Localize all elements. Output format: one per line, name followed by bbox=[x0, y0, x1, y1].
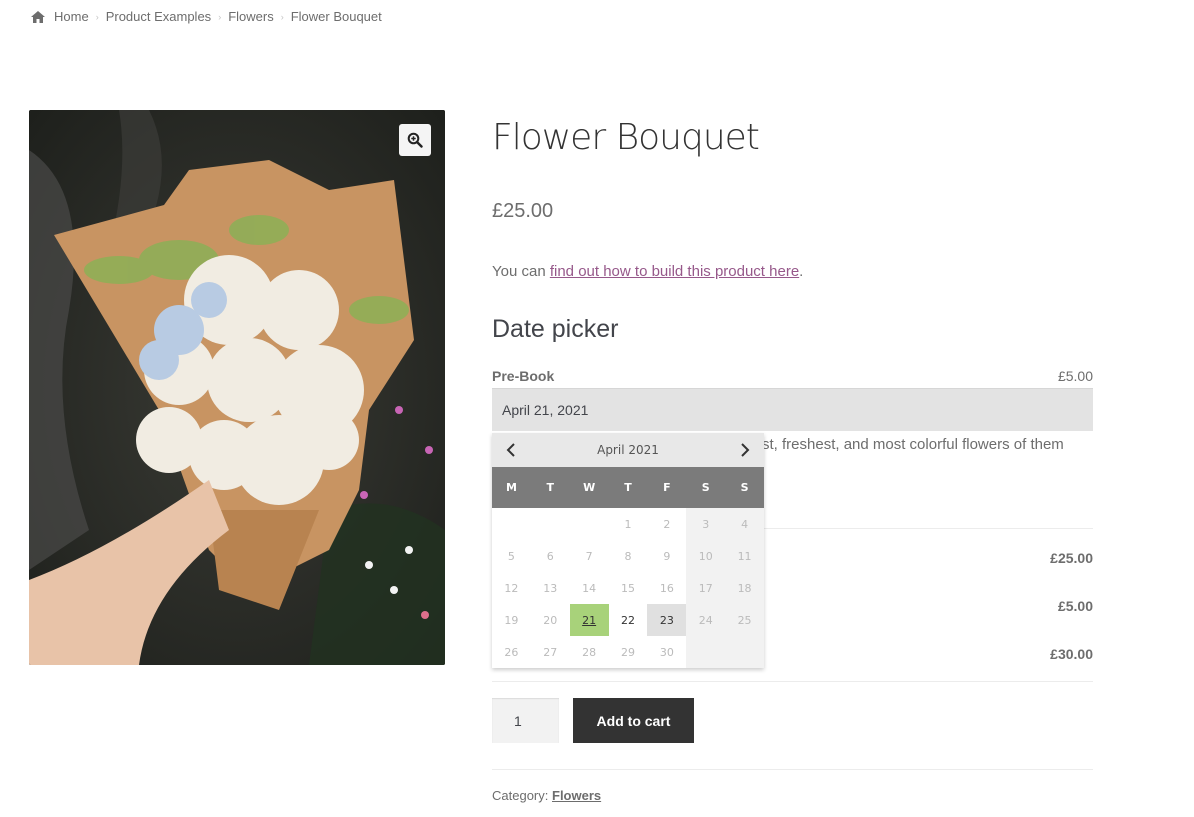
product-title: Flower Bouquet bbox=[492, 117, 760, 158]
next-month-button[interactable] bbox=[736, 441, 754, 459]
totals-grand-value: £30.00 bbox=[1050, 646, 1093, 662]
home-icon[interactable] bbox=[30, 10, 46, 24]
calendar-day-16: 16 bbox=[659, 581, 674, 595]
calendar-day-5: 5 bbox=[507, 549, 515, 563]
calendar-header: April 2021 bbox=[492, 433, 764, 467]
product-category: Category: Flowers bbox=[492, 788, 601, 803]
intro-suffix: . bbox=[799, 263, 804, 280]
calendar-day-3: 3 bbox=[686, 508, 726, 540]
calendar-day-4: 4 bbox=[725, 508, 764, 540]
calendar-day-10: 10 bbox=[686, 540, 726, 572]
addon-section-title: Date picker bbox=[492, 315, 619, 343]
zoom-image-button[interactable] bbox=[399, 124, 431, 156]
prebook-label: Pre-Book bbox=[492, 368, 555, 384]
weekday-label: M bbox=[505, 481, 517, 494]
calendar-month-label: April 2021 bbox=[597, 443, 659, 457]
divider bbox=[492, 681, 1093, 682]
chevron-right-icon bbox=[741, 443, 750, 457]
product-price: £25.00 bbox=[492, 200, 554, 222]
calendar-day-15: 15 bbox=[620, 581, 635, 595]
breadcrumb-product-examples[interactable]: Product Examples bbox=[106, 9, 212, 24]
calendar-day-25: 25 bbox=[725, 604, 764, 636]
bouquet-photo bbox=[29, 110, 445, 665]
calendar-empty-cell bbox=[492, 508, 531, 540]
weekday-label: T bbox=[624, 481, 632, 494]
weekday-label: T bbox=[546, 481, 555, 494]
calendar-days: 1 2 3 4 5 6 7 8 9 10 11 12 13 14 15 16 17 18 19 20 21 22 23 24 2… bbox=[492, 508, 764, 668]
calendar-day-9: 9 bbox=[663, 549, 671, 563]
calendar-day-1: 1 bbox=[624, 517, 632, 531]
prebook-label-row: Pre-Book £5.00 bbox=[492, 368, 1093, 384]
breadcrumb-separator: › bbox=[280, 11, 284, 22]
calendar-day-29: 29 bbox=[620, 645, 635, 659]
date-picker-calendar: April 2021 M T W T F S S 1 2 3 4 5 6 7 8 9 10 11 12… bbox=[492, 433, 764, 668]
calendar-day-12: 12 bbox=[504, 581, 519, 595]
weekday-label: S bbox=[740, 481, 749, 494]
calendar-day-19: 19 bbox=[504, 613, 519, 627]
calendar-day-11: 11 bbox=[725, 540, 764, 572]
calendar-day-22[interactable]: 22 bbox=[609, 604, 648, 636]
calendar-day-30: 30 bbox=[659, 645, 674, 659]
category-label: Category: bbox=[492, 788, 549, 803]
calendar-empty-cell bbox=[570, 508, 609, 540]
calendar-day-24: 24 bbox=[686, 604, 726, 636]
weekday-label: F bbox=[663, 481, 671, 494]
add-to-cart-button[interactable]: Add to cart bbox=[573, 698, 694, 743]
weekday-label: S bbox=[701, 481, 710, 494]
calendar-day-18: 18 bbox=[725, 572, 764, 604]
calendar-empty-cell bbox=[725, 636, 764, 668]
calendar-day-26: 26 bbox=[504, 645, 519, 659]
breadcrumb-current: Flower Bouquet bbox=[290, 9, 382, 24]
calendar-day-13: 13 bbox=[543, 581, 558, 595]
calendar-day-7: 7 bbox=[585, 549, 593, 563]
calendar-empty-cell bbox=[686, 636, 726, 668]
breadcrumb-flowers[interactable]: Flowers bbox=[228, 9, 274, 24]
calendar-day-17: 17 bbox=[686, 572, 726, 604]
product-intro: You can find out how to build this produ… bbox=[492, 263, 803, 280]
calendar-weekdays: M T W T F S S bbox=[492, 467, 764, 508]
calendar-empty-cell bbox=[531, 508, 570, 540]
prebook-price: £5.00 bbox=[1057, 368, 1093, 384]
calendar-day-27: 27 bbox=[543, 645, 558, 659]
calendar-day-20: 20 bbox=[543, 613, 558, 627]
breadcrumb-home[interactable]: Home bbox=[54, 9, 89, 24]
intro-text: You can bbox=[492, 263, 550, 280]
product-image[interactable] bbox=[29, 110, 445, 665]
build-product-link[interactable]: find out how to build this product here bbox=[550, 263, 799, 280]
quantity-input[interactable] bbox=[492, 698, 559, 743]
calendar-day-21[interactable]: 21 bbox=[569, 604, 609, 636]
calendar-day-6: 6 bbox=[546, 549, 554, 563]
calendar-day-28: 28 bbox=[582, 645, 597, 659]
totals-options-value: £5.00 bbox=[1057, 598, 1093, 614]
calendar-day-23[interactable]: 23 bbox=[647, 604, 687, 636]
breadcrumb-separator: › bbox=[95, 11, 99, 22]
zoom-in-icon bbox=[407, 132, 423, 148]
breadcrumb: Home › Product Examples › Flowers › Flow… bbox=[30, 9, 382, 24]
totals-product-value: £25.00 bbox=[1050, 550, 1093, 566]
prev-month-button[interactable] bbox=[502, 441, 520, 459]
breadcrumb-separator: › bbox=[218, 11, 222, 22]
calendar-day-2: 2 bbox=[663, 517, 671, 531]
category-link[interactable]: Flowers bbox=[552, 788, 601, 803]
date-picker-input[interactable]: April 21, 2021 bbox=[492, 388, 1093, 431]
calendar-day-8: 8 bbox=[624, 549, 632, 563]
calendar-day-14: 14 bbox=[582, 581, 597, 595]
weekday-label: W bbox=[583, 481, 596, 494]
divider bbox=[492, 769, 1093, 770]
chevron-left-icon bbox=[506, 443, 515, 457]
